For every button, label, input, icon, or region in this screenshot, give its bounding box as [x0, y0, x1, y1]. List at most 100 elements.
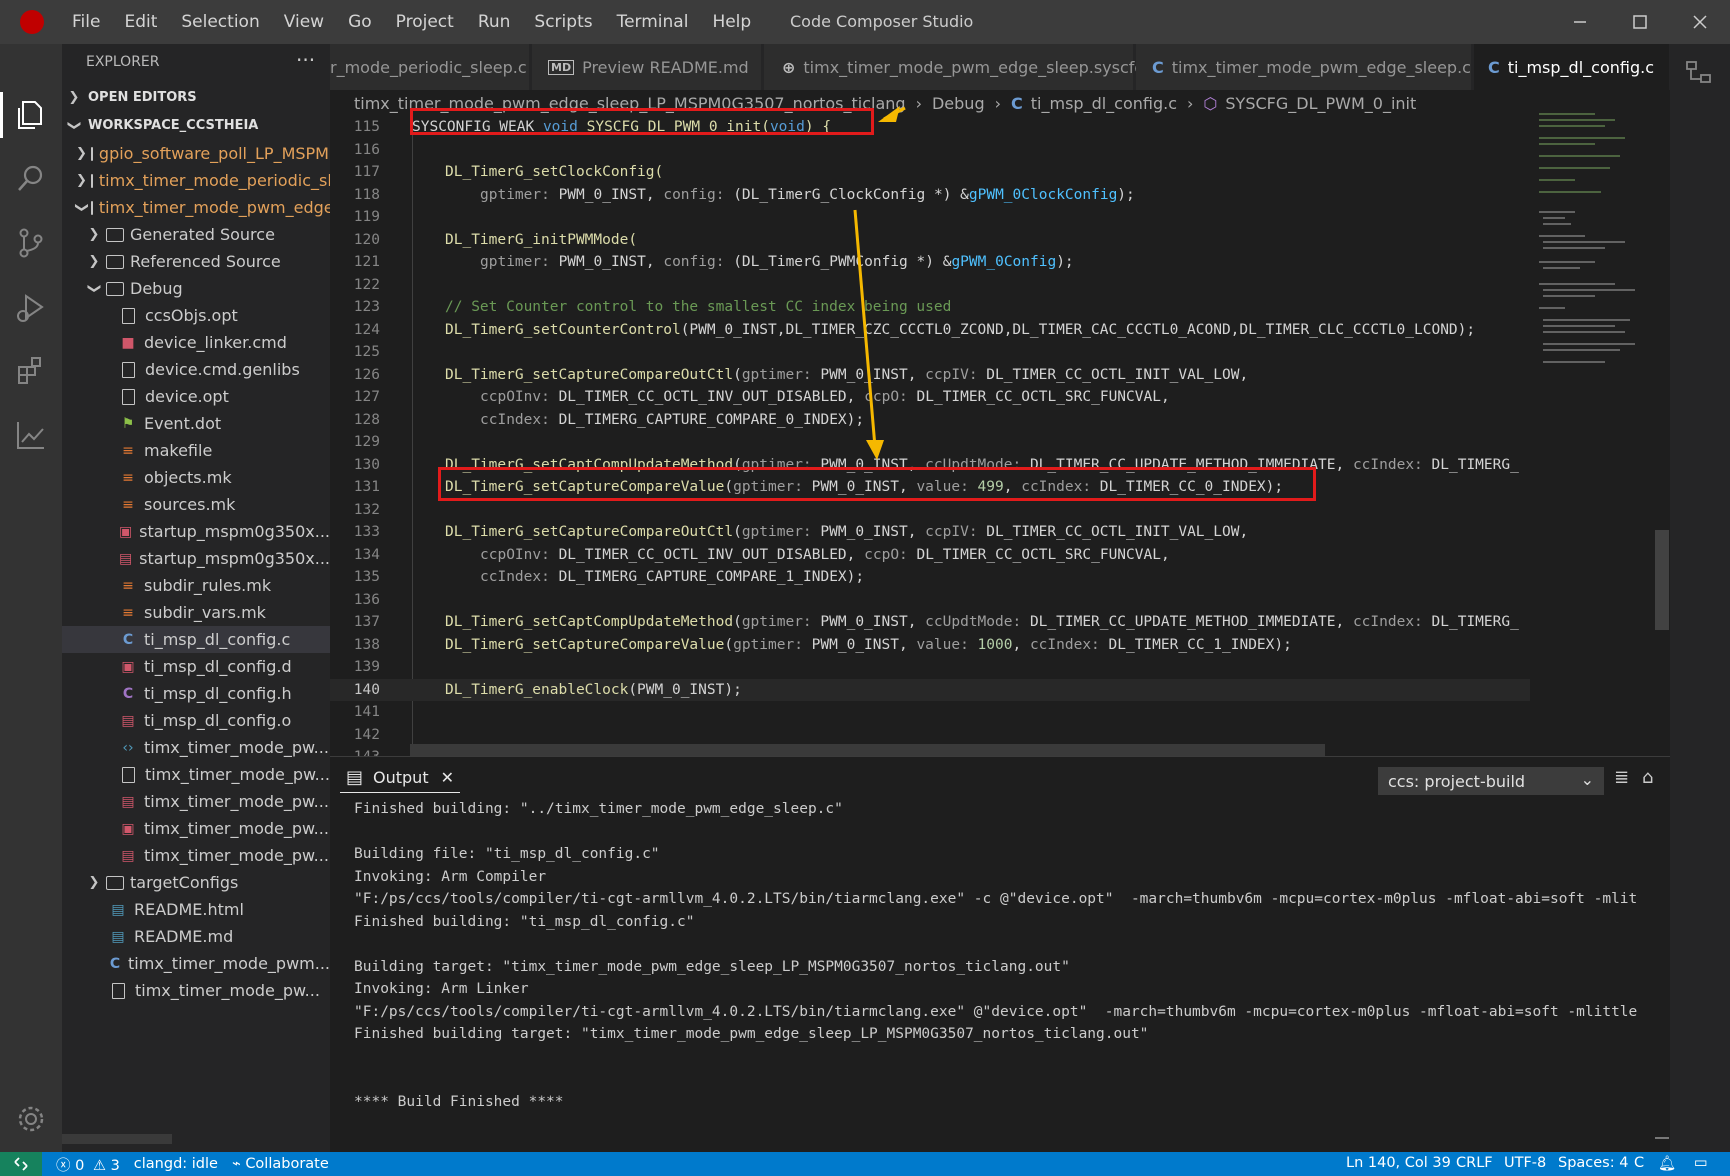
- folder-icon: [106, 281, 124, 296]
- run-debug-icon[interactable]: [14, 290, 48, 324]
- tree-file[interactable]: ▤ timx_timer_mode_pw...: [62, 788, 330, 815]
- close-window-button[interactable]: [1680, 8, 1720, 36]
- bell-icon[interactable]: 🔔︎: [1658, 1155, 1676, 1172]
- tree-folder-referenced[interactable]: ❯ Referenced Source: [62, 248, 330, 275]
- tree-folder-targetconfigs[interactable]: ❯ targetConfigs: [62, 869, 330, 896]
- tree-folder-debug[interactable]: ❯ Debug: [62, 275, 330, 302]
- code-line: 132: [353, 501, 380, 518]
- workspace-section[interactable]: ❯ WORKSPACE_CCSTHEIA: [62, 112, 330, 139]
- tab-periodic-sleep[interactable]: r_mode_periodic_sleep.c: [330, 44, 530, 90]
- code-editor[interactable]: 115 SYSCONFIG_WEAK void SYSCFG_DL_PWM_0_i…: [330, 116, 1670, 756]
- remote-indicator[interactable]: [0, 1152, 42, 1176]
- tree-file[interactable]: ▤ README.md: [62, 923, 330, 950]
- layout-icon[interactable]: ▭: [1694, 1155, 1708, 1171]
- encoding-indicator[interactable]: UTF-8: [1504, 1155, 1546, 1171]
- panel-close-icon[interactable]: ✕: [441, 768, 454, 787]
- code-line: 142: [353, 726, 380, 743]
- tree-file[interactable]: ≡ subdir_vars.mk: [62, 599, 330, 626]
- tree-file[interactable]: timx_timer_mode_pw...: [62, 761, 330, 788]
- tab-ti-msp-dl-config-c[interactable]: C ti_msp_dl_config.c ✕: [1474, 44, 1670, 90]
- tab-output[interactable]: ▤ Output ✕: [340, 763, 460, 793]
- tree-file[interactable]: Ctimx_timer_mode_pwm...: [62, 950, 330, 977]
- editor-horizontal-scrollbar[interactable]: [410, 744, 1325, 756]
- problems-indicator[interactable]: ⓧ 0 ⚠ 3: [56, 1154, 120, 1175]
- source-control-icon[interactable]: [14, 226, 48, 260]
- code-line: 122: [353, 276, 380, 293]
- more-actions-icon[interactable]: ···: [296, 48, 315, 72]
- explorer-icon[interactable]: [14, 98, 48, 132]
- tree-file[interactable]: ▣ timx_timer_mode_pw...: [62, 815, 330, 842]
- menu-scripts[interactable]: Scripts: [534, 12, 592, 32]
- graph-icon[interactable]: [14, 418, 48, 452]
- lock-icon[interactable]: ⌂: [1642, 767, 1653, 788]
- tree-file[interactable]: ≡ objects.mk: [62, 464, 330, 491]
- menu-view[interactable]: View: [284, 12, 324, 32]
- code-line: 133 DL_TimerG_setCaptureCompareOutCtl(gpt…: [353, 524, 1249, 540]
- menu-file[interactable]: File: [72, 12, 100, 32]
- language-indicator[interactable]: C: [1634, 1155, 1644, 1171]
- minimap[interactable]: [1535, 108, 1645, 408]
- tree-file[interactable]: ccsObjs.opt: [62, 302, 330, 329]
- minimize-button[interactable]: [1560, 8, 1600, 36]
- indent-indicator[interactable]: Spaces: 4: [1558, 1155, 1628, 1171]
- tree-file-selected[interactable]: Cti_msp_dl_config.c: [62, 626, 330, 653]
- output-channel-select[interactable]: ccs: project-build ⌄: [1378, 767, 1604, 795]
- tree-file[interactable]: ▤ timx_timer_mode_pw...: [62, 842, 330, 869]
- tree-file[interactable]: ‹› timx_timer_mode_pw...: [62, 734, 330, 761]
- tree-file[interactable]: ■ device_linker.cmd: [62, 329, 330, 356]
- output-line: Building file: "ti_msp_dl_config.c": [354, 846, 660, 862]
- open-editors-section[interactable]: ❯ OPEN EDITORS: [62, 84, 330, 111]
- tree-file[interactable]: device.opt: [62, 383, 330, 410]
- menu-selection[interactable]: Selection: [181, 12, 259, 32]
- tree-file[interactable]: ⚑ Event.dot: [62, 410, 330, 437]
- tree-file[interactable]: device.cmd.genlibs: [62, 356, 330, 383]
- lsp-status[interactable]: clangd: idle: [134, 1156, 218, 1172]
- clear-output-icon[interactable]: ≣: [1614, 767, 1629, 788]
- app-logo-icon: [20, 10, 44, 34]
- menu-terminal[interactable]: Terminal: [617, 12, 689, 32]
- breadcrumb-folder[interactable]: Debug: [932, 94, 985, 113]
- chevron-right-icon: ❯: [76, 146, 87, 161]
- minimize-icon: [1574, 21, 1586, 23]
- tree-file[interactable]: timx_timer_mode_pw...: [62, 977, 330, 1004]
- editor-vertical-scrollbar[interactable]: [1655, 530, 1669, 630]
- tree-project-periodic[interactable]: ❯ timx_timer_mode_periodic_sleep_LP_MSPM…: [62, 167, 330, 194]
- menu-help[interactable]: Help: [712, 12, 751, 32]
- menu-run[interactable]: Run: [478, 12, 511, 32]
- menu-go[interactable]: Go: [348, 12, 372, 32]
- search-icon[interactable]: [14, 162, 48, 196]
- tree-file[interactable]: ▤ ti_msp_dl_config.o: [62, 707, 330, 734]
- collaborate-button[interactable]: ⌁ Collaborate: [232, 1156, 329, 1172]
- menu-edit[interactable]: Edit: [124, 12, 157, 32]
- eol-indicator[interactable]: CRLF: [1456, 1155, 1493, 1171]
- tree-file[interactable]: ▤ README.html: [62, 896, 330, 923]
- tree-file[interactable]: ≡ sources.mk: [62, 491, 330, 518]
- code-line: 138 DL_TimerG_setCaptureCompareValue(gpti…: [353, 636, 1292, 653]
- tab-preview-readme[interactable]: MD Preview README.md: [532, 44, 762, 90]
- tree-file[interactable]: Cti_msp_dl_config.h: [62, 680, 330, 707]
- tree-file[interactable]: ≡ subdir_rules.mk: [62, 572, 330, 599]
- menu-project[interactable]: Project: [396, 12, 454, 32]
- tree-folder-generated[interactable]: ❯ Generated Source: [62, 221, 330, 248]
- tree-project-pwm-edge[interactable]: ❯ timx_timer_mode_pwm_edge_sleep_LP_MSPM…: [62, 194, 330, 221]
- tree-file[interactable]: ▣ startup_mspm0g350x...: [62, 518, 330, 545]
- tree-file[interactable]: ≡ makefile: [62, 437, 330, 464]
- breadcrumb-symbol[interactable]: SYSCFG_DL_PWM_0_init: [1225, 94, 1416, 113]
- code-line: 137 DL_TimerG_setCaptCompUpdateMethod(gpt…: [353, 614, 1519, 630]
- sidebar-horizontal-scrollbar[interactable]: [62, 1134, 172, 1144]
- extensions-icon[interactable]: [14, 354, 48, 388]
- tab-syscfg[interactable]: ⊕ timx_timer_mode_pwm_edge_sleep.syscfg: [764, 44, 1145, 90]
- panel-scrollbar[interactable]: [1655, 1137, 1669, 1139]
- maximize-button[interactable]: [1620, 8, 1660, 36]
- tree-project-gpio[interactable]: ❯ gpio_software_poll_LP_MSPM0G3507_norto…: [62, 140, 330, 167]
- gear-icon[interactable]: [14, 1102, 48, 1136]
- outline-icon[interactable]: [1684, 58, 1714, 88]
- tree-file[interactable]: ▤ startup_mspm0g350x...: [62, 545, 330, 572]
- breadcrumb-file[interactable]: ti_msp_dl_config.c: [1031, 94, 1177, 113]
- cursor-position[interactable]: Ln 140, Col 39: [1346, 1155, 1451, 1171]
- output-line: Finished building: "../timx_timer_mode_p…: [354, 801, 843, 817]
- tree-file[interactable]: ▣ ti_msp_dl_config.d: [62, 653, 330, 680]
- chevron-right-icon: ›: [1187, 93, 1194, 113]
- binary-file-icon: ▤: [121, 712, 135, 729]
- tab-pwm-edge-sleep-c[interactable]: C timx_timer_mode_pwm_edge_sleep.c: [1136, 44, 1472, 90]
